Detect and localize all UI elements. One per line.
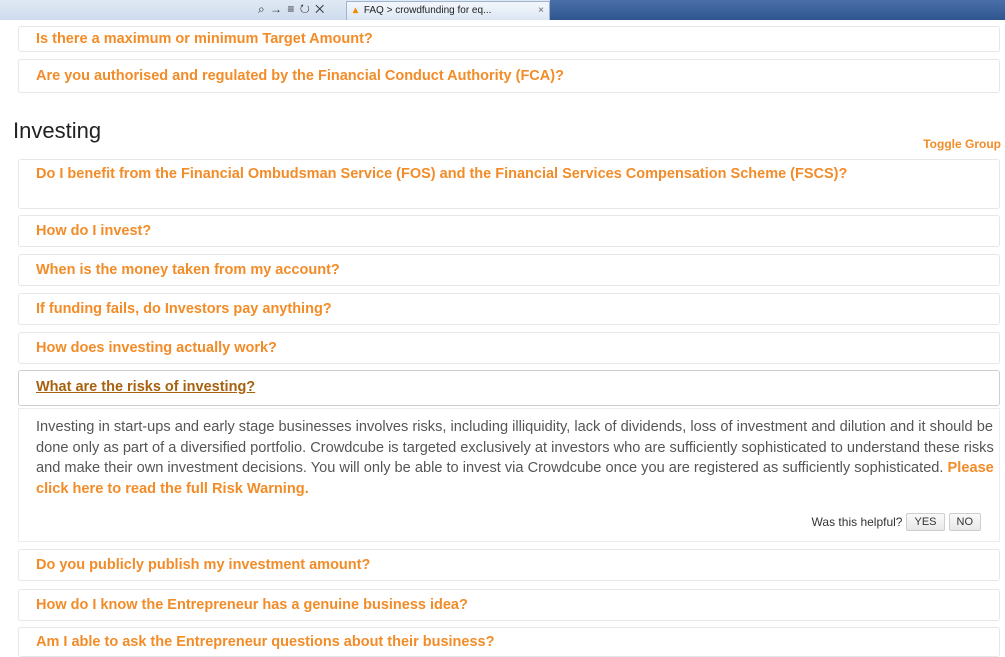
no-button[interactable]: NO: [948, 513, 981, 531]
close-icon[interactable]: ×: [538, 2, 544, 19]
browser-toolbar: ⌕ → ≡ ↻ ✕ ▴ FAQ > crowdfunding for eq...…: [0, 0, 1005, 20]
faq-answer-panel: Investing in start-ups and early stage b…: [18, 408, 1000, 542]
helpful-feedback: Was this helpful? YES NO: [812, 513, 981, 531]
faq-item[interactable]: Do you publicly publish my investment am…: [18, 549, 1000, 581]
faq-question-link[interactable]: Are you authorised and regulated by the …: [19, 66, 999, 87]
faq-question-link[interactable]: When is the money taken from my account?: [19, 260, 999, 281]
faq-item[interactable]: When is the money taken from my account?: [18, 254, 1000, 286]
faq-item-open[interactable]: What are the risks of investing?: [18, 370, 1000, 406]
helpful-label: Was this helpful?: [811, 515, 903, 529]
favicon-icon: ▴: [353, 5, 359, 16]
faq-item[interactable]: How does investing actually work?: [18, 332, 1000, 364]
faq-question-link[interactable]: If funding fails, do Investors pay anyth…: [19, 299, 999, 320]
faq-item[interactable]: Is there a maximum or minimum Target Amo…: [18, 26, 1000, 52]
faq-item[interactable]: Am I able to ask the Entrepreneur questi…: [18, 627, 1000, 657]
faq-question-link-active[interactable]: What are the risks of investing?: [19, 377, 999, 398]
answer-body: Investing in start-ups and early stage b…: [36, 419, 994, 476]
faq-item[interactable]: Are you authorised and regulated by the …: [18, 59, 1000, 93]
faq-item[interactable]: How do I know the Entrepreneur has a gen…: [18, 589, 1000, 621]
yes-button[interactable]: YES: [906, 513, 945, 531]
faq-question-link[interactable]: How do I invest?: [19, 221, 999, 242]
faq-question-link[interactable]: How do I know the Entrepreneur has a gen…: [19, 595, 999, 616]
window-titlebar: [550, 0, 1005, 20]
faq-question-link[interactable]: Am I able to ask the Entrepreneur questi…: [19, 632, 999, 653]
tab-title: FAQ > crowdfunding for eq...: [363, 5, 492, 16]
faq-item[interactable]: Do I benefit from the Financial Ombudsma…: [18, 159, 1000, 209]
faq-question-link[interactable]: Is there a maximum or minimum Target Amo…: [19, 29, 999, 50]
section-title: Investing: [13, 118, 102, 143]
address-bar-icons[interactable]: ⌕ → ≡ ↻ ✕: [258, 2, 325, 17]
faq-answer-text: Investing in start-ups and early stage b…: [36, 417, 996, 499]
faq-question-link[interactable]: Do you publicly publish my investment am…: [19, 555, 999, 576]
faq-question-link[interactable]: How does investing actually work?: [19, 338, 999, 359]
faq-item[interactable]: If funding fails, do Investors pay anyth…: [18, 293, 1000, 325]
browser-tab[interactable]: ▴ FAQ > crowdfunding for eq... ×: [346, 1, 550, 20]
faq-question-link[interactable]: Do I benefit from the Financial Ombudsma…: [19, 164, 999, 185]
toggle-group-link[interactable]: Toggle Group: [923, 137, 1001, 151]
faq-item[interactable]: How do I invest?: [18, 215, 1000, 247]
